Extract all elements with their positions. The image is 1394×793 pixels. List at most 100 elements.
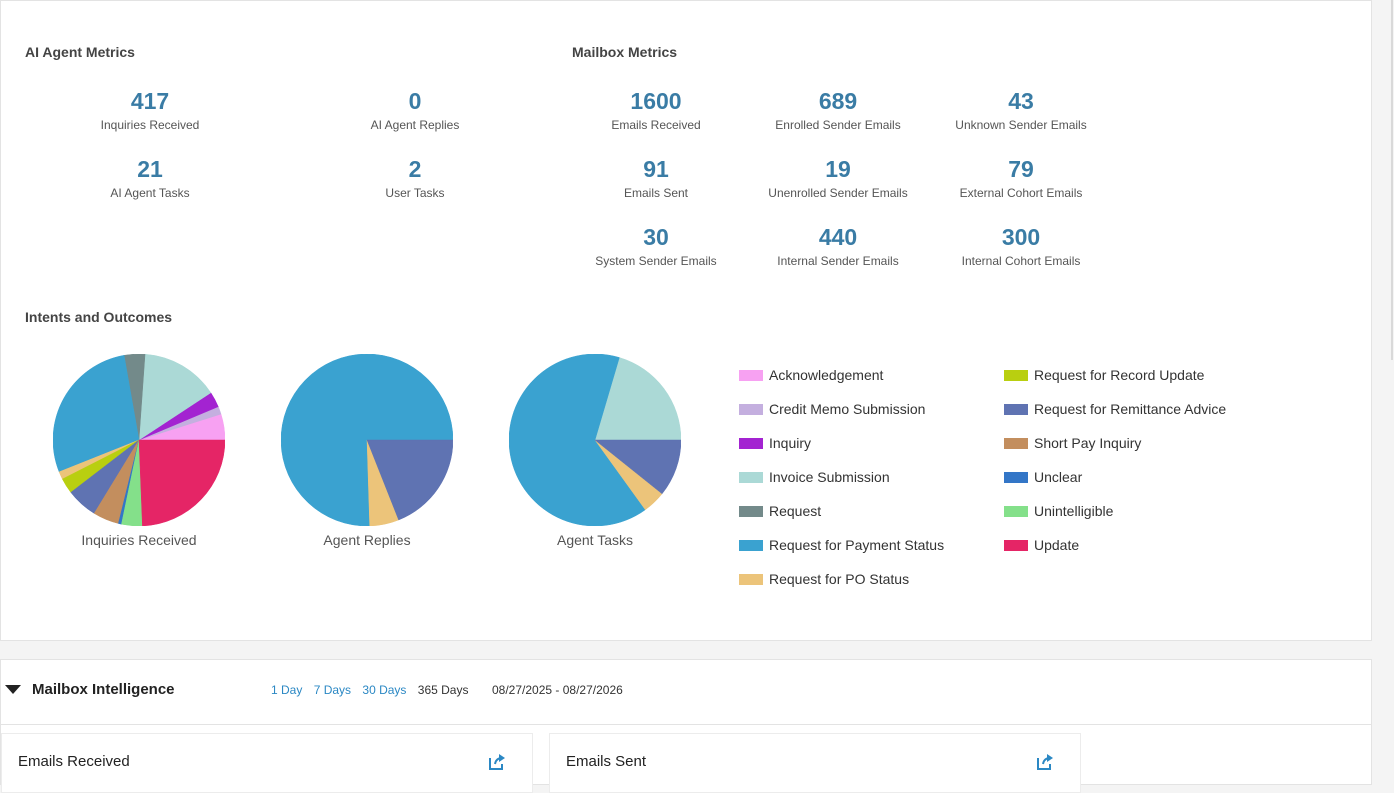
legend-swatch [739, 573, 763, 585]
metrics-panel: AI Agent Metrics 417 Inquiries Received … [0, 0, 1372, 641]
legend-label: Request for Record Update [1034, 367, 1205, 383]
pie-slice[interactable] [138, 439, 225, 526]
metric-ai-agent-tasks: 21 AI Agent Tasks [50, 156, 250, 200]
legend-swatch [1004, 437, 1028, 449]
metric-internal-sender-emails: 440 Internal Sender Emails [738, 224, 938, 268]
legend-item: Request for Record Update [1004, 367, 1204, 383]
scrollbar-thumb[interactable] [1391, 0, 1393, 360]
card-title: Emails Received [18, 753, 130, 770]
legend-label: Short Pay Inquiry [1034, 435, 1142, 451]
export-icon[interactable] [487, 752, 507, 772]
metric-internal-cohort-emails: 300 Internal Cohort Emails [921, 224, 1121, 268]
emails-received-card: Emails Received [1, 733, 533, 793]
metric-label: System Sender Emails [595, 254, 717, 268]
collapse-caret-icon[interactable] [5, 685, 21, 694]
metric-value: 2 [408, 156, 422, 182]
metric-emails-sent: 91 Emails Sent [556, 156, 756, 200]
metric-value: 0 [408, 88, 422, 114]
legend-item: Request for Payment Status [739, 537, 944, 553]
metric-emails-received: 1600 Emails Received [556, 88, 756, 132]
pie-agent-tasks: Agent Tasks [505, 354, 685, 548]
pie-chart-svg [281, 354, 453, 526]
legend-label: Acknowledgement [769, 367, 884, 383]
metric-value: 1600 [630, 88, 682, 114]
metric-value: 21 [137, 156, 163, 182]
pie-agent-replies: Agent Replies [277, 354, 457, 548]
metric-label: AI Agent Replies [370, 118, 460, 132]
mailbox-metrics-title: Mailbox Metrics [572, 44, 678, 60]
metric-label: Unenrolled Sender Emails [768, 186, 908, 200]
legend-label: Request for Payment Status [769, 537, 945, 553]
legend-item: Credit Memo Submission [739, 401, 925, 417]
legend-label: Inquiry [769, 435, 812, 451]
legend-label: Invoice Submission [769, 469, 890, 485]
legend-swatch [739, 471, 763, 483]
metric-label: Internal Cohort Emails [961, 254, 1081, 268]
legend-swatch [739, 505, 763, 517]
metric-value: 300 [1001, 224, 1041, 250]
legend-item: Short Pay Inquiry [1004, 435, 1141, 451]
legend-item: Invoice Submission [739, 469, 890, 485]
metric-system-sender-emails: 30 System Sender Emails [556, 224, 756, 268]
legend-swatch [1004, 403, 1028, 415]
metric-label: Unknown Sender Emails [955, 118, 1087, 132]
legend-swatch [739, 369, 763, 381]
legend-swatch [1004, 505, 1028, 517]
emails-sent-card: Emails Sent [549, 733, 1081, 793]
pie-chart-svg [509, 354, 681, 526]
legend-swatch [1004, 471, 1028, 483]
metric-value: 689 [818, 88, 858, 114]
legend-label: Unclear [1034, 469, 1083, 485]
metric-inquiries-received: 417 Inquiries Received [50, 88, 250, 132]
range-365-days[interactable]: 365 Days [418, 683, 469, 697]
range-1-day[interactable]: 1 Day [271, 683, 302, 697]
legend-label: Request for PO Status [769, 571, 910, 587]
date-range-display: 08/27/2025 - 08/27/2026 [492, 683, 623, 697]
legend-item: Acknowledgement [739, 367, 883, 383]
ai-agent-metrics-title: AI Agent Metrics [25, 44, 135, 60]
date-start: 08/27/2025 [492, 683, 553, 697]
metric-external-cohort-emails: 79 External Cohort Emails [921, 156, 1121, 200]
legend-label: Request [769, 503, 822, 519]
pie-chart-svg [53, 354, 225, 526]
date-end: 08/27/2026 [562, 683, 623, 697]
mailbox-intelligence-title[interactable]: Mailbox Intelligence [32, 681, 175, 698]
range-7-days[interactable]: 7 Days [314, 683, 351, 697]
date-range-selector: 1 Day 7 Days 30 Days 365 Days [271, 683, 476, 697]
legend-item: Update [1004, 537, 1079, 553]
metric-label: Enrolled Sender Emails [775, 118, 901, 132]
metric-label: Inquiries Received [100, 118, 200, 132]
pie-inquiries-received: Inquiries Received [49, 354, 229, 548]
metric-value: 30 [643, 224, 669, 250]
metric-label: Emails Sent [623, 186, 689, 200]
metric-unenrolled-sender-emails: 19 Unenrolled Sender Emails [738, 156, 938, 200]
metric-label: Internal Sender Emails [777, 254, 899, 268]
intents-outcomes-title: Intents and Outcomes [25, 309, 173, 325]
metric-ai-agent-replies: 0 AI Agent Replies [315, 88, 515, 132]
legend-swatch [739, 539, 763, 551]
pie-title: Agent Replies [323, 532, 411, 548]
legend-label: Request for Remittance Advice [1034, 401, 1227, 417]
legend-label: Update [1034, 537, 1080, 553]
range-30-days[interactable]: 30 Days [362, 683, 406, 697]
metric-value: 440 [818, 224, 858, 250]
metric-value: 43 [1008, 88, 1034, 114]
metric-label: Emails Received [611, 118, 701, 132]
card-title: Emails Sent [566, 753, 647, 770]
legend-item: Request [739, 503, 821, 519]
legend-swatch [739, 403, 763, 415]
metric-enrolled-sender-emails: 689 Enrolled Sender Emails [738, 88, 938, 132]
legend-label: Unintelligible [1034, 503, 1114, 519]
metric-value: 19 [825, 156, 851, 182]
export-icon[interactable] [1035, 752, 1055, 772]
metric-value: 91 [643, 156, 669, 182]
metric-value: 79 [1008, 156, 1034, 182]
legend-item: Request for Remittance Advice [1004, 401, 1226, 417]
scrollbar[interactable] [1372, 0, 1394, 785]
legend-item: Request for PO Status [739, 571, 909, 587]
mailbox-intelligence-header: Mailbox Intelligence 1 Day 7 Days 30 Day… [1, 660, 1371, 725]
metric-label: AI Agent Tasks [110, 186, 190, 200]
legend-item: Unclear [1004, 469, 1082, 485]
legend-swatch [739, 437, 763, 449]
date-separator: - [555, 683, 560, 697]
